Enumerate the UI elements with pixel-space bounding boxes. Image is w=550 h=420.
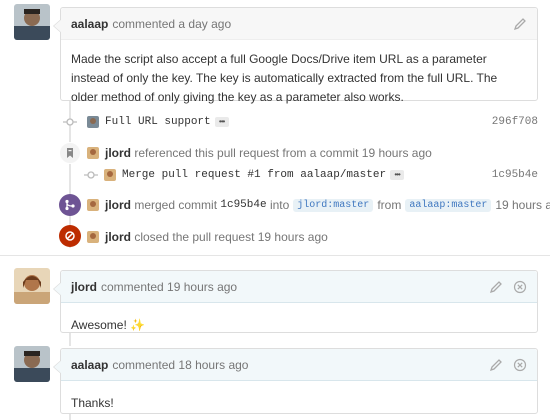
commit-sha[interactable]: 1c95b4e — [492, 169, 538, 181]
comment-action: commented — [101, 279, 164, 294]
avatar-aalaap-small[interactable] — [87, 116, 99, 128]
comment-author[interactable]: aalaap — [71, 17, 108, 31]
bookmark-icon — [59, 142, 81, 164]
into-word: into — [269, 198, 290, 212]
comment-action: commented — [112, 16, 176, 31]
event-time[interactable]: 19 hours ago — [495, 198, 550, 212]
comment-timestamp[interactable]: 19 hours ago — [167, 280, 237, 294]
commit-message[interactable]: Full URL support — [105, 116, 211, 128]
sparkles-emoji: ✨ — [130, 318, 146, 332]
expand-commit-button[interactable]: ••• — [390, 170, 405, 180]
commit-sha[interactable]: 296f708 — [492, 116, 538, 128]
avatar-jlord-small[interactable] — [87, 199, 99, 211]
delete-x-icon[interactable] — [513, 358, 527, 372]
merge-event: jlord merged commit 1c95b4e into jlord:ma… — [87, 198, 550, 212]
event-description: referenced this pull request from a comm… — [134, 146, 432, 160]
avatar-jlord-small[interactable] — [104, 169, 116, 181]
comment-timestamp[interactable]: 18 hours ago — [178, 358, 248, 372]
merge-verb: merged commit — [134, 198, 218, 212]
comment-author[interactable]: jlord — [71, 280, 97, 294]
edit-pencil-icon[interactable] — [513, 17, 527, 31]
comment-header: aalaap commented a day ago — [61, 8, 537, 40]
commit-row: Merge pull request #1 from aalaap/master… — [104, 168, 405, 182]
comment-body: Made the script also accept a full Googl… — [71, 52, 498, 104]
avatar-aalaap[interactable] — [14, 346, 50, 382]
commit-message[interactable]: Merge pull request #1 from aalaap/master — [122, 169, 386, 181]
closed-circle-icon — [59, 225, 81, 247]
comment-timestamp[interactable]: a day ago — [178, 17, 231, 31]
git-merge-icon — [59, 194, 81, 216]
comment-body: Awesome! ✨ — [61, 303, 537, 345]
event-actor[interactable]: jlord — [105, 230, 131, 244]
comment-author[interactable]: aalaap — [71, 358, 108, 372]
git-commit-icon — [63, 115, 77, 129]
edit-pencil-icon[interactable] — [489, 280, 503, 294]
edit-pencil-icon[interactable] — [489, 358, 503, 372]
merge-commit-sha[interactable]: 1c95b4e — [220, 199, 266, 211]
commit-row: Full URL support ••• — [87, 115, 229, 129]
expand-commit-button[interactable]: ••• — [214, 117, 229, 127]
avatar-jlord-small[interactable] — [87, 231, 99, 243]
comment-box: aalaap commented 18 hours ago Thanks! — [53, 348, 538, 414]
event-actor[interactable]: jlord — [105, 198, 131, 212]
comment-body: Thanks! — [71, 396, 114, 410]
avatar-jlord[interactable] — [14, 268, 50, 304]
delete-x-icon[interactable] — [513, 280, 527, 294]
comment-header: jlord commented 19 hours ago — [61, 271, 537, 303]
timeline-divider — [0, 255, 550, 256]
head-branch-label[interactable]: aalaap:master — [405, 198, 492, 212]
event-actor[interactable]: jlord — [105, 146, 131, 160]
reference-event: jlord referenced this pull request from … — [87, 146, 432, 160]
comment-box: aalaap commented a day ago Made the scri… — [53, 7, 538, 104]
comment-text: Awesome! — [71, 318, 127, 332]
avatar-aalaap[interactable] — [14, 4, 50, 40]
event-description: closed the pull request 19 hours ago — [134, 230, 328, 244]
close-event: jlord closed the pull request 19 hours a… — [87, 230, 328, 244]
comment-action: commented — [112, 357, 176, 372]
base-branch-label[interactable]: jlord:master — [293, 198, 374, 212]
from-word: from — [377, 198, 402, 212]
avatar-jlord-small[interactable] — [87, 147, 99, 159]
git-commit-icon — [84, 168, 98, 182]
comment-box: jlord commented 19 hours ago Awesome! ✨ — [53, 270, 538, 333]
comment-header: aalaap commented 18 hours ago — [61, 349, 537, 381]
